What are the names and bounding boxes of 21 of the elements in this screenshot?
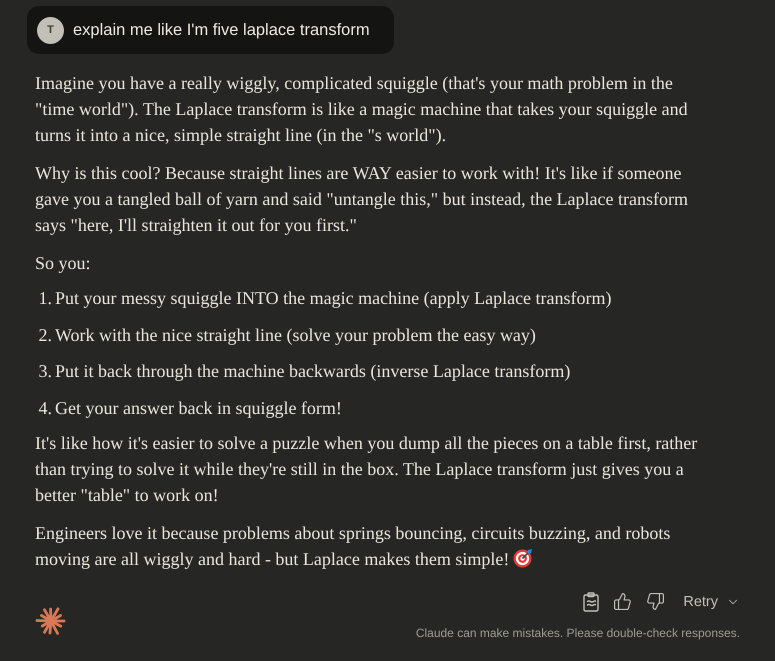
response-paragraph: Engineers love it because problems about springs bouncing, circuits buzzing, and robots moving are all wiggly and hard - but Laplace makes them simple!: [35, 522, 670, 568]
retry-button[interactable]: Retry: [673, 590, 740, 614]
list-number: 1.: [38, 287, 52, 310]
list-item-text: Work with the nice straight line (solve your problem the easy way): [55, 324, 536, 347]
list-item-text: Get your answer back in squiggle form!: [55, 396, 342, 420]
user-message-text: explain me like I'm five laplace transform: [73, 20, 370, 40]
response-paragraph: Imagine you have a really wiggly, complicated squiggle (that's your math problem in the "time world"). The Laplace transform is like a magic machine that takes your squiggle and turns it into a nice, simple straight line (in the "s world").: [35, 72, 689, 147]
clipboard-icon: [583, 592, 600, 612]
starburst-logo-icon: [35, 604, 67, 636]
response-paragraph: It's like how it's easier to solve a puzzle when you dump all the pieces on a table first, rather than trying to solve it while they're still in the box. The Laplace transform just gives you a better "table" to work on!: [35, 432, 698, 506]
list-number: 4.: [38, 396, 52, 420]
list-number: 3.: [38, 360, 52, 383]
thumbs-up-icon: [613, 592, 632, 611]
list-item-text: Put it back through the machine backwards (inverse Laplace transform): [55, 360, 570, 383]
user-avatar: T: [37, 16, 64, 44]
list-item-text: Put your messy squiggle INTO the magic machine (apply Laplace transform): [55, 287, 612, 310]
thumbs-down-icon: [646, 592, 666, 611]
response-paragraph: So you:: [35, 252, 92, 275]
list-number: 2.: [38, 324, 52, 346]
disclaimer-text: Claude can make mistakes. Please double-check responses.: [416, 626, 740, 640]
response-paragraph: Why is this cool? Because straight lines are WAY easier to work with! It's like if someone gave you a tangled ball of yarn and said "untangle this," but instead, the Laplace transform says "here, I'll straighten it out for you first.": [35, 162, 689, 237]
